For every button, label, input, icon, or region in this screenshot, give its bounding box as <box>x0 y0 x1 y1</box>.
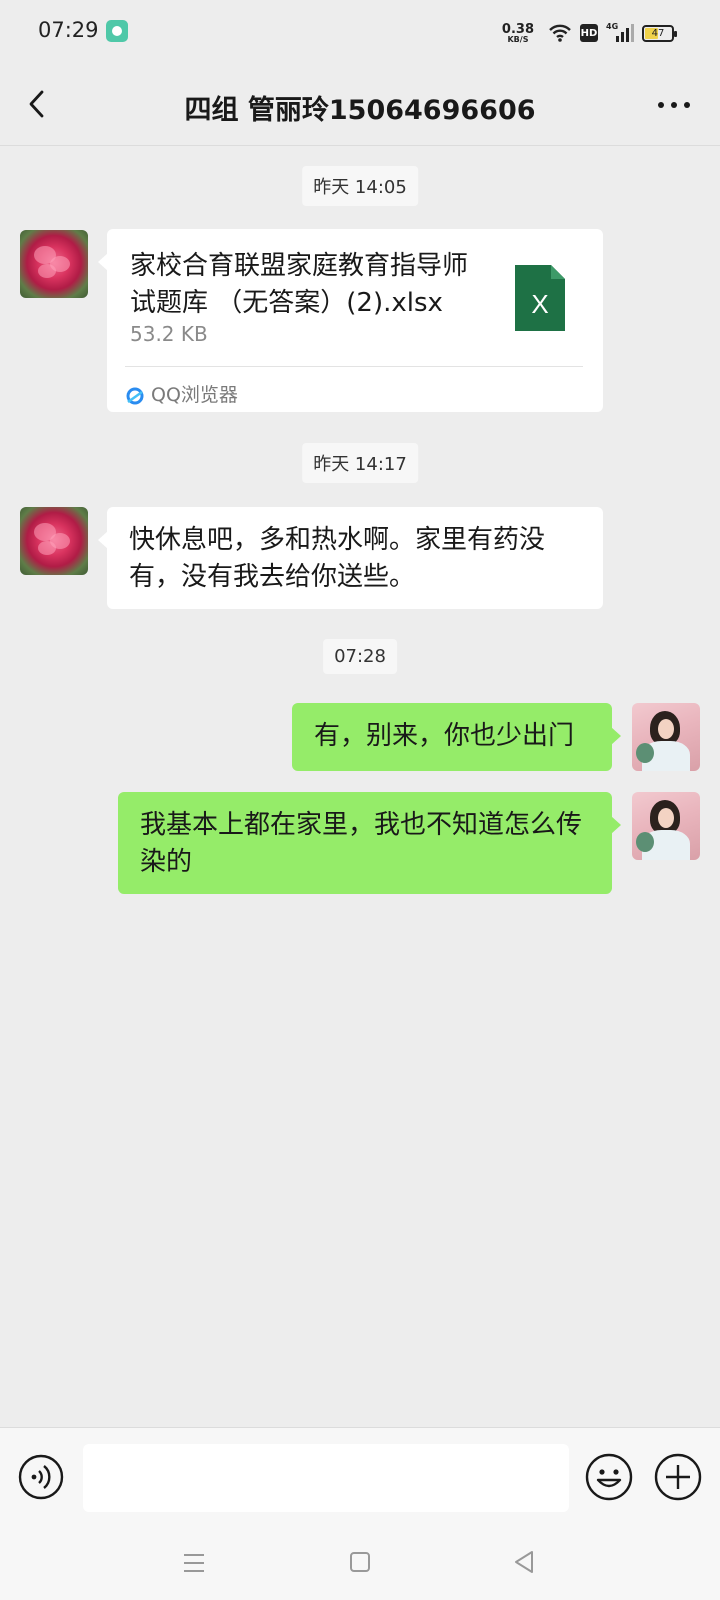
my-avatar[interactable] <box>632 792 700 860</box>
emoji-icon[interactable] <box>584 1452 634 1502</box>
chat-title: 四组 管丽玲15064696606 <box>184 95 536 126</box>
hd-icon: HD <box>580 24 598 42</box>
file-name: 家校合育联盟家庭教育指导师试题库 （无答案）(2).xlsx <box>130 251 469 318</box>
recent-apps-icon[interactable] <box>182 1551 206 1575</box>
more-dots-icon[interactable] <box>656 90 692 120</box>
excel-file-letter: X <box>531 289 548 319</box>
message-timestamp: 昨天 14:05 <box>302 166 418 206</box>
qq-browser-icon <box>126 387 144 404</box>
status-indicators: 0.38 KB/S HD 4G 47 <box>502 20 677 46</box>
message-timestamp: 07:28 <box>323 639 397 674</box>
file-source-label: QQ浏览器 <box>151 384 238 406</box>
status-bar: 07:29 0.38 KB/S HD 4G 47 <box>0 0 720 64</box>
back-nav-icon[interactable] <box>512 1549 536 1575</box>
outgoing-message[interactable]: 有，别来，你也少出门 <box>292 703 621 771</box>
plus-icon[interactable] <box>653 1452 703 1502</box>
message-text: 我基本上都在家里，我也不知道怎么传染的 <box>140 810 583 877</box>
message-text: 快休息吧，多和热水啊。家里有药没有，没有我去给你送些。 <box>129 525 546 592</box>
system-nav-bar <box>0 1527 720 1600</box>
incoming-message[interactable]: 快休息吧，多和热水啊。家里有药没有，没有我去给你送些。 <box>98 507 603 609</box>
contact-avatar[interactable] <box>20 230 88 298</box>
network-type-label: 4G <box>606 22 619 31</box>
network-speed-value: 0.38 <box>501 21 534 37</box>
file-divider <box>125 366 583 367</box>
wifi-icon <box>549 24 571 42</box>
file-size: 53.2 KB <box>130 322 208 346</box>
network-speed: 0.38 KB/S <box>502 23 534 44</box>
my-avatar[interactable] <box>632 703 700 771</box>
network-speed-unit: KB/S <box>507 34 529 44</box>
message-text: 有，别来，你也少出门 <box>314 721 575 751</box>
message-input[interactable] <box>83 1444 569 1512</box>
home-icon[interactable] <box>349 1551 371 1573</box>
signal-4g-icon: 4G <box>606 22 634 42</box>
chat-app-notification-icon <box>106 20 128 42</box>
battery-icon: 47 <box>642 24 677 42</box>
message-timestamp: 昨天 14:17 <box>302 443 418 483</box>
input-bar <box>0 1427 720 1527</box>
file-source: QQ浏览器 <box>125 377 238 414</box>
file-message[interactable]: 家校合育联盟家庭教育指导师试题库 （无答案）(2).xlsx 53.2 KB X… <box>98 229 603 414</box>
voice-icon[interactable] <box>17 1453 65 1501</box>
outgoing-message[interactable]: 我基本上都在家里，我也不知道怎么传染的 <box>118 792 621 894</box>
battery-level: 47 <box>651 27 665 39</box>
status-time: 07:29 <box>38 18 99 42</box>
contact-avatar[interactable] <box>20 507 88 575</box>
chat-header: 四组 管丽玲15064696606 <box>0 64 720 146</box>
excel-file-icon: X <box>515 265 565 331</box>
